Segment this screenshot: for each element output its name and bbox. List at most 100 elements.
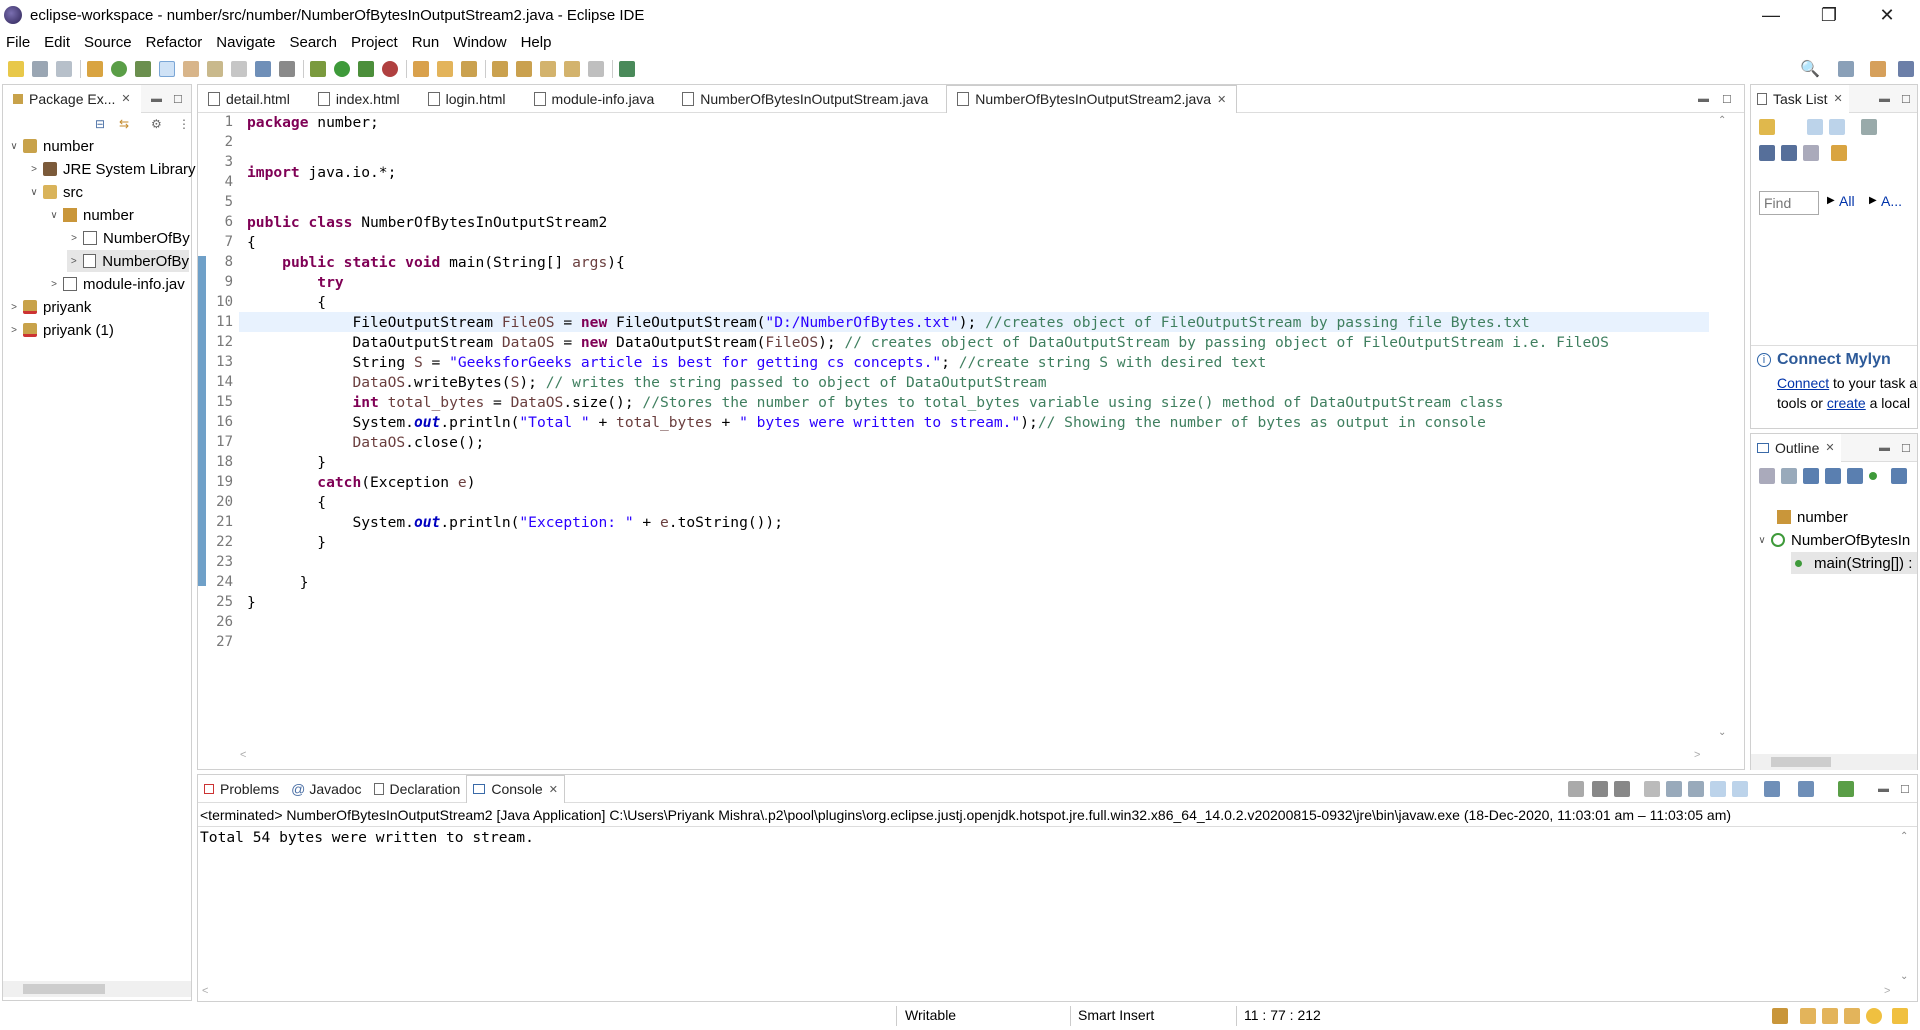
scroll-thumb[interactable] — [1771, 757, 1831, 767]
new-package-icon[interactable] — [437, 61, 453, 77]
save-icon[interactable] — [32, 61, 48, 77]
filter-all-link[interactable]: All — [1839, 193, 1855, 209]
activate-icon[interactable] — [1831, 145, 1847, 161]
annotation-icon[interactable] — [183, 61, 199, 77]
close-button[interactable]: ✕ — [1858, 0, 1916, 30]
minimize-view-icon[interactable]: ▬ — [1698, 93, 1709, 105]
minimize-button[interactable]: — — [1742, 0, 1800, 30]
tab-outline[interactable]: Outline ✕ — [1751, 433, 1841, 462]
connect-link[interactable]: Connect — [1777, 375, 1829, 391]
tree-item-module-info[interactable]: > module-info.jav — [47, 273, 185, 295]
tab-task-list[interactable]: Task List ✕ — [1751, 84, 1849, 113]
open-console-icon[interactable] — [1838, 781, 1854, 797]
back-icon[interactable] — [564, 61, 580, 77]
package-explorer-hscrollbar[interactable] — [3, 981, 191, 997]
scroll-lock-icon[interactable] — [1666, 781, 1682, 797]
tree-item-project-priyank-1[interactable]: > priyank (1) — [7, 319, 114, 341]
search-icon[interactable]: 🔍 — [1800, 59, 1820, 79]
run-icon[interactable] — [334, 61, 350, 77]
tab-problems[interactable]: Problems — [198, 775, 285, 803]
scroll-left-icon[interactable]: < — [240, 749, 246, 761]
last-edit-icon[interactable] — [540, 61, 556, 77]
menu-file[interactable]: File — [6, 34, 30, 51]
filter-activate-link[interactable]: A... — [1881, 193, 1902, 209]
save-all-icon[interactable] — [56, 61, 72, 77]
maximize-view-icon[interactable]: ☐ — [1901, 442, 1911, 455]
previous-annotation-icon[interactable] — [516, 61, 532, 77]
minimize-view-icon[interactable]: ▬ — [151, 93, 162, 105]
block-select-icon[interactable] — [207, 61, 223, 77]
remove-all-icon[interactable] — [1614, 781, 1630, 797]
tab-detail-html[interactable]: detail.html — [198, 85, 300, 113]
menu-project[interactable]: Project — [351, 34, 398, 51]
task-find-input[interactable] — [1759, 191, 1819, 215]
skip-breakpoints-icon[interactable] — [279, 61, 295, 77]
tasks-repo-icon[interactable] — [1800, 1008, 1816, 1024]
menu-edit[interactable]: Edit — [44, 34, 70, 51]
scroll-left-icon[interactable]: < — [202, 985, 208, 997]
editor-vscrollbar[interactable]: ⌃ ⌄ — [1716, 115, 1734, 745]
menu-window[interactable]: Window — [453, 34, 506, 51]
close-icon[interactable]: ✕ — [1217, 93, 1226, 106]
notification-icon[interactable] — [1866, 1008, 1882, 1024]
tab-package-explorer[interactable]: Package Ex... ✕ — [3, 84, 141, 113]
maximize-view-icon[interactable]: ☐ — [173, 93, 183, 106]
tab-console[interactable]: Console ✕ — [466, 774, 565, 803]
scroll-right-icon[interactable]: > — [1694, 749, 1700, 761]
tree-item-java-file-1[interactable]: > NumberOfBy — [67, 227, 190, 249]
maximize-view-icon[interactable]: ☐ — [1901, 93, 1911, 106]
filter-icon[interactable]: ⚙ — [151, 117, 162, 131]
terminal-icon[interactable] — [255, 61, 271, 77]
toggle-breakpoint-icon[interactable] — [135, 61, 151, 77]
menu-help[interactable]: Help — [521, 34, 552, 51]
hide-local-types-icon[interactable] — [1891, 468, 1907, 484]
remove-launch-icon[interactable] — [1592, 781, 1608, 797]
java-ee-perspective-icon[interactable] — [1870, 61, 1886, 77]
tab-module-info[interactable]: module-info.java — [524, 85, 665, 113]
coverage-icon[interactable] — [358, 61, 374, 77]
code-editor[interactable]: 1 2 3 4 5 6 7 8 9 10 11 12 13 14 15 16 17 18 19 20 21 22 23 24 2… — [205, 110, 1710, 650]
pin-console-icon[interactable] — [1764, 781, 1780, 797]
menu-navigate[interactable]: Navigate — [216, 34, 275, 51]
close-icon[interactable]: ✕ — [1833, 92, 1842, 105]
outline-item-class[interactable]: ∨ NumberOfBytesIn — [1755, 529, 1910, 551]
menu-source[interactable]: Source — [84, 34, 132, 51]
scroll-right-icon[interactable]: > — [1884, 985, 1890, 997]
categorized-icon[interactable] — [1807, 119, 1823, 135]
tree-item-project-priyank[interactable]: > priyank — [7, 296, 91, 318]
create-link[interactable]: create — [1827, 395, 1866, 411]
tree-item-src[interactable]: ∨ src — [27, 181, 83, 203]
scroll-down-icon[interactable]: ⌄ — [1718, 727, 1726, 738]
hide-static-icon[interactable] — [1825, 468, 1841, 484]
minimize-view-icon[interactable]: ▬ — [1879, 93, 1890, 105]
display-console-icon[interactable] — [1798, 781, 1814, 797]
tab-javadoc[interactable]: @ Javadoc — [285, 775, 367, 803]
maximize-button[interactable]: ❐ — [1800, 0, 1858, 30]
clear-console-icon[interactable] — [1644, 781, 1660, 797]
tab-numberofbytes2[interactable]: NumberOfBytesInOutputStream2.java ✕ — [946, 84, 1238, 113]
public-members-icon[interactable] — [1869, 472, 1877, 480]
sort-icon[interactable] — [1781, 468, 1797, 484]
word-wrap-icon[interactable] — [1688, 781, 1704, 797]
maximize-view-icon[interactable]: ☐ — [1722, 93, 1732, 106]
external-tools-icon[interactable] — [382, 61, 398, 77]
tree-item-jre-library[interactable]: > JRE System Library — [27, 158, 195, 180]
new-icon[interactable] — [8, 61, 24, 77]
hide-fields-icon[interactable] — [1803, 468, 1819, 484]
refresh-icon[interactable] — [111, 61, 127, 77]
new-java-project-icon[interactable] — [413, 61, 429, 77]
show-whitespace-icon[interactable] — [231, 61, 247, 77]
close-icon[interactable]: ✕ — [121, 92, 130, 105]
minimize-view-icon[interactable]: ▬ — [1879, 442, 1890, 454]
open-perspective-icon[interactable] — [1838, 61, 1854, 77]
hide-nonpublic-icon[interactable] — [1847, 468, 1863, 484]
sync-icon[interactable] — [1861, 119, 1877, 135]
hide-completed-icon[interactable] — [1781, 145, 1797, 161]
scroll-up-icon[interactable]: ⌃ — [1718, 115, 1726, 126]
outline-item-main[interactable]: main(String[]) : — [1791, 552, 1917, 574]
next-annotation-icon[interactable] — [492, 61, 508, 77]
tab-declaration[interactable]: Declaration — [368, 775, 467, 803]
forward-icon[interactable] — [588, 61, 604, 77]
maximize-view-icon[interactable]: ☐ — [1900, 783, 1910, 796]
open-type-icon[interactable] — [87, 61, 103, 77]
